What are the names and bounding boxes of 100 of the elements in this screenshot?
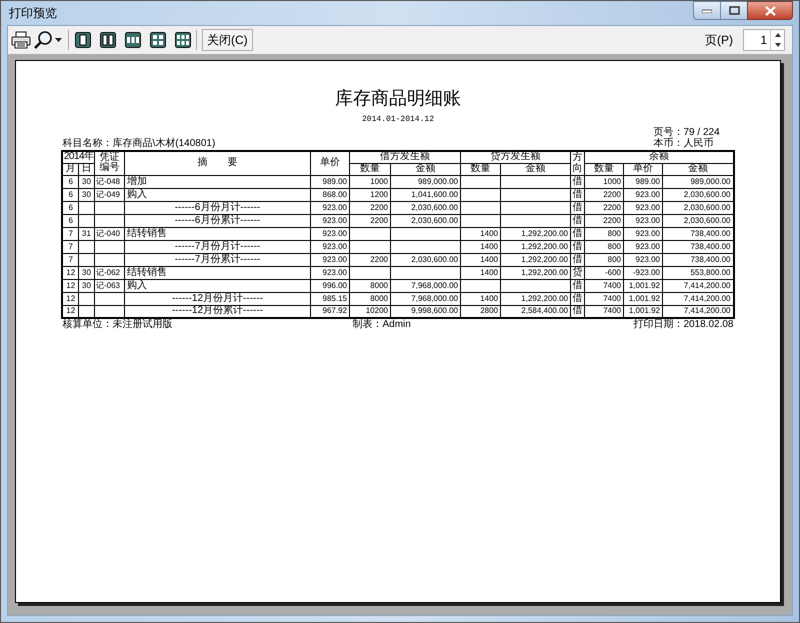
amount-cell-text: 7,968,000.00 [410, 294, 459, 302]
day-cell-text: 30 [81, 282, 92, 290]
quantity-cell-text: 2200 [369, 256, 389, 264]
magnifier-icon[interactable] [33, 30, 53, 50]
quantity-cell-text: 7400 [602, 282, 622, 290]
quantity-cell-text: 1400 [479, 230, 499, 238]
close-preview-button[interactable]: 关闭(C) [202, 29, 253, 51]
price-cell-text: -923.00 [632, 268, 661, 276]
amount-cell-text: 1,041,600.00 [410, 190, 459, 198]
restore-icon [728, 6, 740, 15]
price-cell-text: 923.00 [322, 204, 348, 212]
amount-cell-text: 2,030,600.00 [682, 190, 732, 198]
price-cell-text: 923.00 [634, 242, 661, 250]
amount-cell-text: 553,800.00 [689, 268, 732, 276]
amount-cell-text: 989,000.00 [689, 178, 732, 186]
price-cell-text: 923.00 [322, 242, 348, 250]
price-cell-text: 868.00 [322, 190, 348, 198]
month-cell-text: 6 [68, 178, 74, 186]
price-header: 单价 [320, 158, 340, 168]
month-cell-text: 12 [65, 282, 76, 290]
direction-cell-text: 借 [571, 202, 584, 212]
direction-cell-text: 借 [571, 176, 584, 186]
four-pages-icon[interactable] [150, 32, 166, 48]
price-cell-text: 967.92 [322, 307, 348, 316]
quantity-cell-text: 2200 [602, 204, 622, 212]
amount-cell-text: 2,030,600.00 [682, 216, 732, 224]
day-cell-text: 30 [81, 190, 92, 198]
quantity-cell-text: 2800 [479, 307, 499, 316]
quantity-cell-text: 800 [606, 256, 622, 264]
amount-cell-text: 2,030,600.00 [410, 204, 459, 212]
day-cell-text: 30 [81, 178, 92, 186]
quantity-cell-text: 1400 [479, 294, 499, 302]
quantity-cell-text: 1400 [479, 242, 499, 250]
quantity-cell-text: 1400 [479, 256, 499, 264]
amount-cell-text: 1,292,200.00 [520, 256, 569, 264]
price-cell-text: 989.00 [634, 178, 661, 186]
amount-cell-text: 1,292,200.00 [520, 268, 569, 276]
month-cell-text: 7 [68, 242, 74, 250]
voucher-cell-text: 记-049 [94, 190, 121, 198]
month-cell-text: 12 [65, 294, 76, 302]
page-input[interactable]: 1 [744, 30, 770, 50]
amount-cell-text: 2,584,400.00 [520, 307, 569, 316]
price-cell-text: 989.00 [322, 178, 348, 186]
maximize-button[interactable] [721, 1, 747, 20]
close-button[interactable] [747, 1, 793, 20]
direction-cell-text: 借 [571, 280, 584, 290]
voucher-header: 凭证编号 [99, 153, 120, 174]
subject-name: 科目名称：库存商品\木材(140801) [62, 139, 216, 149]
amount-cell-text: 2,030,600.00 [682, 204, 732, 212]
quantity-cell-text: 1400 [479, 268, 499, 276]
direction-cell-text: 借 [571, 242, 584, 252]
two-pages-icon[interactable] [100, 32, 116, 48]
price-cell-text: 923.00 [634, 230, 661, 238]
three-pages-icon[interactable] [125, 32, 141, 48]
page-spinner[interactable]: 1 [743, 29, 785, 51]
printer-icon[interactable] [11, 31, 31, 49]
quantity-cell-text: 8000 [369, 282, 389, 290]
one-page-icon[interactable] [75, 32, 91, 48]
month-cell-text: 6 [68, 204, 74, 212]
price-cell-text: 923.00 [634, 216, 661, 224]
page-number: 页号：79 / 224 [654, 128, 721, 138]
price-cell-text: 1,001.92 [628, 307, 661, 316]
amount-cell-text: 7,414,200.00 [682, 294, 732, 302]
price-cell-text: 923.00 [634, 190, 661, 198]
price-cell-text: 923.00 [322, 256, 348, 264]
price-cell-text: 985.15 [322, 294, 348, 302]
report-period: 2014.01-2014.12 [362, 114, 434, 126]
direction-cell-text: 借 [571, 190, 584, 200]
amount-cell-text: 7,968,000.00 [410, 282, 459, 290]
summary-cell-text: 结转销售 [126, 268, 168, 278]
price-cell-text: 996.00 [322, 282, 348, 290]
amount-cell-text: 1,292,200.00 [520, 294, 569, 302]
six-pages-icon[interactable] [175, 32, 191, 48]
amount-cell-text: 7,414,200.00 [682, 282, 732, 290]
price-cell-text: 923.00 [322, 230, 348, 238]
direction-header: 方向 [572, 152, 582, 174]
price-cell-text: 923.00 [634, 204, 661, 212]
quantity-cell-text: 7400 [602, 307, 622, 316]
page-label: 页(P) [705, 32, 733, 49]
voucher-cell-text: 记-062 [94, 268, 121, 276]
close-icon [764, 6, 776, 16]
quantity-cell-text: 1000 [369, 178, 389, 186]
caret-icon[interactable] [55, 38, 62, 42]
price-cell-text: 923.00 [322, 216, 348, 224]
day-cell-text: 31 [81, 230, 92, 238]
amount-cell-text: 2,030,600.00 [410, 256, 459, 264]
month-cell-text: 12 [65, 268, 76, 276]
month-cell-text: 6 [68, 216, 74, 224]
quantity-cell-text: 2200 [602, 190, 622, 198]
direction-cell-text: 借 [571, 294, 584, 304]
summary-cell-text: ------7月份月计------ [174, 242, 262, 252]
price-cell-text: 1,001.92 [628, 282, 661, 290]
direction-cell-text: 借 [571, 228, 584, 238]
summary-cell-text: 购入 [126, 190, 148, 200]
quantity-cell-text: 10200 [364, 307, 389, 316]
quantity-cell-text: 1000 [602, 178, 622, 186]
amount-cell-text: 989,000.00 [416, 178, 459, 186]
minimize-button[interactable] [693, 1, 721, 20]
print-date: 打印日期：2018.02.08 [633, 320, 734, 330]
amount-cell-text: 738,400.00 [689, 242, 732, 250]
